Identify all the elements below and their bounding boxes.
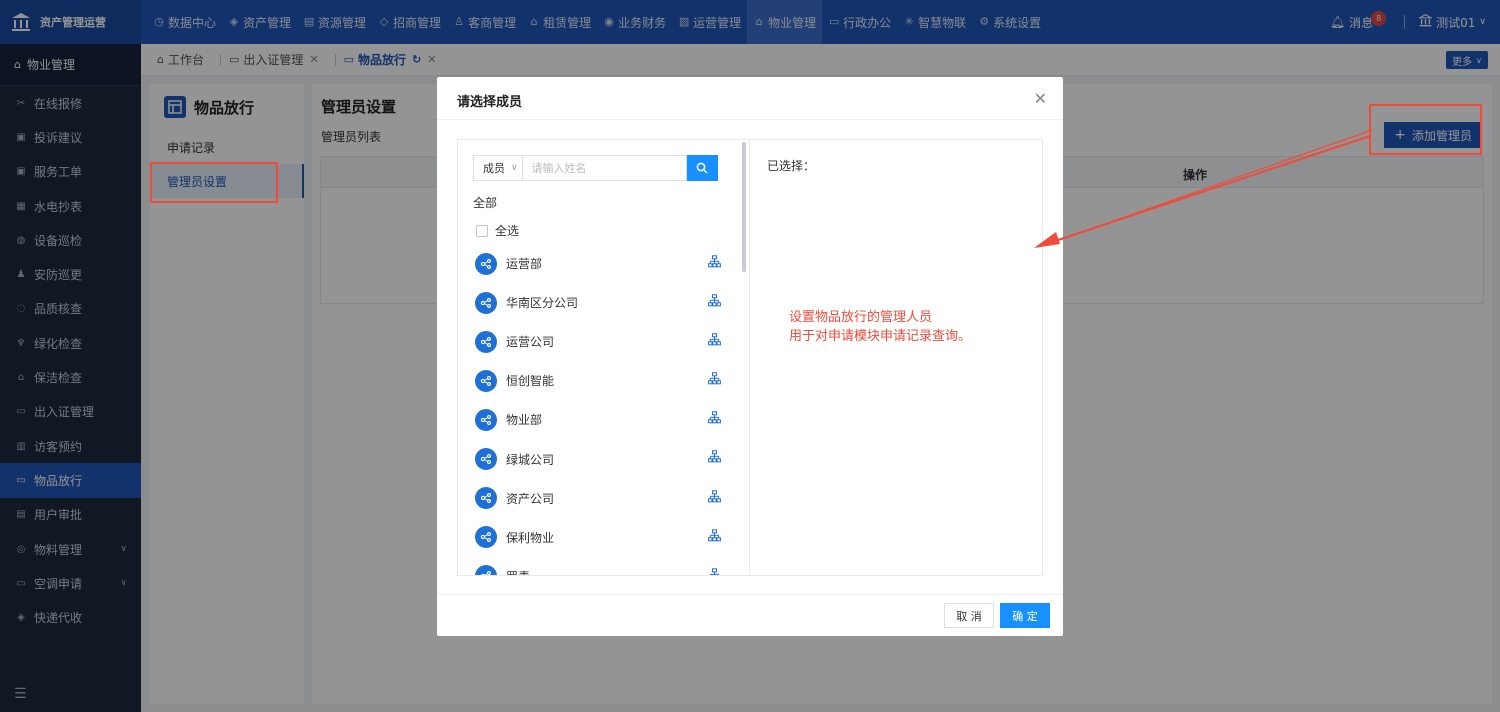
dialog-title: 请选择成员 [457,95,523,110]
annotation-note: 设置物品放行的管理人员 用于对申请模块申请记录查询。 [789,310,972,344]
org-node-icon [475,487,497,510]
org-tree-icon[interactable] [708,568,721,575]
org-name: 运营公司 [506,335,555,350]
member-picker: 成员∨ 全部 全选 运营部华南区分公司运营公司恒创智能物业部绿城公司资产公司保利… [458,140,750,575]
close-icon[interactable]: ✕ [1034,89,1047,108]
selected-label: 已选择： [767,159,816,173]
org-tree-icon[interactable] [708,528,721,545]
divider [437,119,1063,120]
org-tree-icon[interactable] [708,255,721,271]
org-node-icon [475,526,497,549]
annotation-highlight-add-button [1369,104,1482,155]
org-item[interactable]: 运营公司 [475,322,721,361]
search-input[interactable] [521,155,687,181]
cancel-button[interactable]: 取 消 [944,603,994,628]
search-type-select[interactable]: 成员 ∨ [473,155,522,181]
org-node-icon [475,330,497,353]
search-icon [696,162,708,174]
org-root-label[interactable]: 全部 [473,194,497,211]
org-name: 运营部 [506,257,543,272]
org-item[interactable]: 物业部 [475,400,721,439]
selected-members-panel: 已选择： 设置物品放行的管理人员 用于对申请模块申请记录查询。 [751,140,1043,575]
search-button[interactable] [686,155,718,181]
org-item[interactable]: 华南区分公司 [475,283,721,322]
org-name: 华南区分公司 [506,296,579,311]
org-name: 物业部 [506,413,543,428]
org-tree-icon[interactable] [708,450,721,466]
annotation-highlight-admin-settings [150,162,278,203]
confirm-button[interactable]: 确 定 [1000,603,1050,628]
org-item[interactable]: 罗青 [475,557,721,575]
org-item[interactable]: 保利物业 [475,518,721,557]
select-all-checkbox[interactable]: 全选 [476,222,519,239]
org-name: 保利物业 [506,530,555,545]
org-tree-icon[interactable] [708,489,721,506]
org-node-icon [475,291,497,314]
org-name: 资产公司 [506,491,555,506]
org-name: 绿城公司 [506,452,555,467]
org-item[interactable]: 绿城公司 [475,439,721,478]
org-item[interactable]: 恒创智能 [475,361,721,400]
org-list: 运营部华南区分公司运营公司恒创智能物业部绿城公司资产公司保利物业罗青 [475,244,721,575]
org-item[interactable]: 运营部 [475,244,721,283]
org-tree-icon[interactable] [708,372,721,388]
divider [437,594,1063,595]
org-node-icon [475,252,497,275]
org-name: 恒创智能 [506,374,555,389]
org-node-icon [475,408,497,431]
org-item[interactable]: 资产公司 [475,479,721,518]
org-tree-icon[interactable] [708,411,721,427]
org-node-icon [475,448,497,471]
org-name: 罗青 [506,568,530,575]
scrollbar[interactable] [742,142,746,272]
dialog-body: 成员∨ 全部 全选 运营部华南区分公司运营公司恒创智能物业部绿城公司资产公司保利… [457,139,1043,576]
member-search: 成员 ∨ [473,155,718,181]
org-tree-icon[interactable] [708,333,721,349]
org-tree-icon[interactable] [708,294,721,310]
checkbox[interactable] [476,224,488,237]
select-member-dialog: 请选择成员 ✕ 成员∨ 全部 全选 运营部华南区分公司运营公司恒创智能物业部绿城… [437,77,1063,636]
org-node-icon [475,369,497,392]
org-node-icon [475,565,497,575]
chevron-down-icon: ∨ [511,163,518,173]
